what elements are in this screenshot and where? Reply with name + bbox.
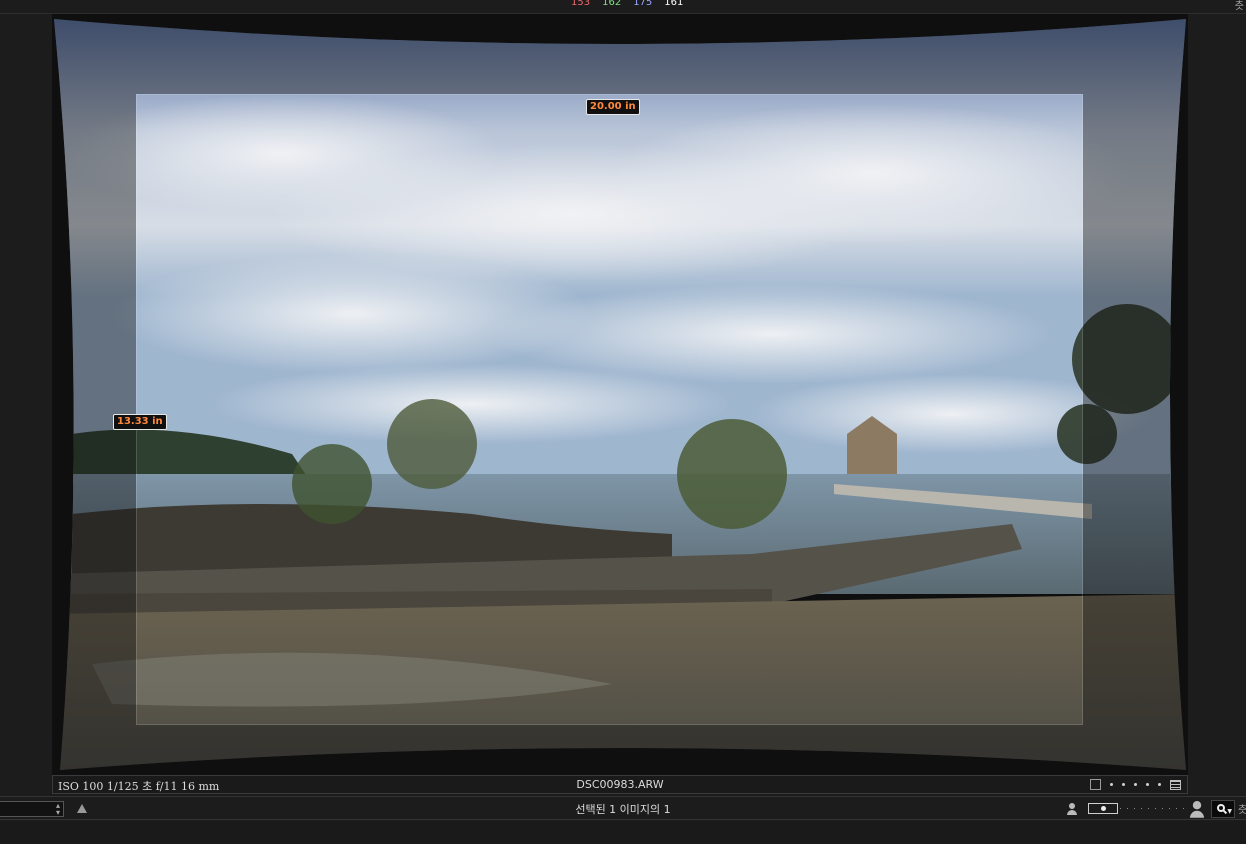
crop-height-label: 13.33 in (113, 414, 167, 430)
file-name: DSC00983.ARW (576, 778, 664, 791)
green-value: 162 (602, 0, 622, 8)
top-bar: 153 162 175 161 츳 (0, 0, 1246, 14)
image-status-bar: ISO 100 1/125 초 f/11 16 mm DSC00983.ARW (52, 775, 1188, 794)
dot-icon[interactable] (1110, 783, 1113, 786)
dot-icon[interactable] (1146, 783, 1149, 786)
dot-icon[interactable] (1122, 783, 1125, 786)
view-mode-controls (1090, 779, 1181, 790)
luminance-value: 161 (664, 0, 684, 8)
red-value: 153 (571, 0, 591, 8)
blue-value: 175 (633, 0, 653, 8)
single-view-icon[interactable] (1090, 779, 1101, 790)
selection-count: 선택된 1 이미지의 1 (575, 803, 671, 816)
dot-icon[interactable] (1158, 783, 1161, 786)
person-small-icon[interactable] (1067, 803, 1077, 815)
dot-icon[interactable] (1134, 783, 1137, 786)
list-view-icon[interactable] (1170, 779, 1181, 790)
photo-canvas[interactable] (52, 14, 1188, 775)
rgb-readout: 153 162 175 161 (571, 0, 683, 8)
crop-width-label: 20.00 in (586, 99, 640, 115)
search-button[interactable]: ▼ (1211, 800, 1235, 818)
chevron-down-icon: ▼ (1227, 808, 1232, 815)
person-large-icon[interactable] (1190, 801, 1204, 818)
footer-area (0, 821, 1246, 844)
thumbnail-size-slider[interactable] (1088, 803, 1184, 814)
bottom-toolbar: ▴ ▾ 선택된 1 이미지의 1 ▼ 츳 (0, 796, 1246, 820)
bottom-right-label: 츳 (1238, 805, 1246, 816)
slider-knob[interactable] (1101, 806, 1106, 811)
crop-rectangle[interactable] (136, 94, 1083, 725)
slider-track[interactable] (1120, 808, 1184, 809)
top-right-label: 츳 (1234, 1, 1244, 12)
image-viewer[interactable]: 20.00 in 13.33 in (0, 14, 1246, 775)
